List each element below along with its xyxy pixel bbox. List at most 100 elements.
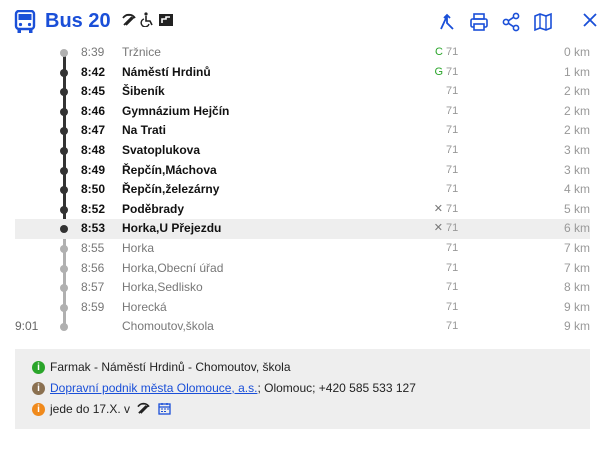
stop-dot xyxy=(60,303,68,312)
stop-name: Řepčín,železárny xyxy=(122,182,220,197)
stop-name: Gymnázium Hejčín xyxy=(122,103,230,118)
header: Bus 20 xyxy=(0,0,605,42)
stop-time: 8:55 xyxy=(81,240,105,255)
stop-name: Poděbrady xyxy=(122,201,185,216)
stop-dot xyxy=(60,323,68,332)
print-icon xyxy=(470,13,488,31)
route-description: Farmak - Náměstí Hrdinů - Chomoutov, ško… xyxy=(50,360,291,374)
stop-time: 8:39 xyxy=(81,45,105,59)
stop-mark: ✕ xyxy=(433,202,443,215)
stop-row[interactable]: 8:50 Řepčín,železárny 71 4 km xyxy=(15,180,590,200)
stop-time: 8:48 xyxy=(81,142,106,157)
stop-time: 8:59 xyxy=(81,299,105,314)
map-icon xyxy=(534,12,552,32)
stop-row[interactable]: 8:55 Horka 71 7 km xyxy=(15,239,590,259)
operator-link[interactable]: Dopravní podnik města Olomouce, a.s. xyxy=(50,381,257,395)
stop-name: Horka xyxy=(122,240,155,255)
stop-dot xyxy=(60,244,68,253)
stop-distance: 3 km xyxy=(563,142,590,157)
stop-line: 71 xyxy=(446,281,459,294)
stop-dot xyxy=(60,88,68,97)
stop-line: 71 xyxy=(446,124,459,137)
stop-distance: 9 km xyxy=(563,299,590,314)
stop-row[interactable]: 8:57 Horka,Sedlisko 71 8 km xyxy=(15,278,590,298)
info-icon: i xyxy=(32,403,45,416)
stop-time: 8:53 xyxy=(81,221,106,236)
stop-dot xyxy=(60,166,68,175)
stop-distance: 6 km xyxy=(563,221,590,236)
share-icon xyxy=(502,12,520,32)
stop-row[interactable]: 8:47 Na Trati 71 2 km xyxy=(15,121,590,141)
print-button[interactable] xyxy=(467,10,491,34)
route-attributes xyxy=(122,12,174,27)
stop-name: Horka,Obecní úřad xyxy=(122,260,224,275)
stop-distance: 4 km xyxy=(563,182,590,197)
stop-distance: 1 km xyxy=(563,64,590,79)
stop-mark: C xyxy=(435,46,443,58)
stop-row[interactable]: 8:53 Horka,U Přejezdu ✕ 71 6 km xyxy=(15,219,590,239)
stop-line: 71 xyxy=(446,46,459,58)
operator-details: ; Olomouc; +420 585 533 127 xyxy=(257,381,416,395)
stop-time: 8:50 xyxy=(81,182,106,197)
info-icon: i xyxy=(32,361,45,374)
directions-icon xyxy=(440,13,454,30)
hammer-pick-icon xyxy=(137,402,151,414)
stop-row[interactable]: 8:48 Svatoplukova 71 3 km xyxy=(15,141,590,161)
stop-time: 8:52 xyxy=(81,201,106,216)
stop-name: Chomoutov,škola xyxy=(122,319,214,334)
share-button[interactable] xyxy=(499,10,523,34)
validity-info-row: i jede do 17.X. v xyxy=(15,399,590,420)
stop-dot xyxy=(60,146,68,155)
stop-dot xyxy=(60,186,68,195)
stop-dot xyxy=(60,107,68,116)
page-title: Bus 20 xyxy=(45,10,111,32)
stop-mark: G xyxy=(434,65,443,78)
close-button[interactable] xyxy=(578,8,602,32)
stop-time: 8:56 xyxy=(81,260,105,275)
stop-row[interactable]: 8:42 Náměstí Hrdinů G 71 1 km xyxy=(15,63,590,83)
stop-line: 71 xyxy=(446,222,459,235)
stop-distance: 2 km xyxy=(563,123,590,138)
stop-row[interactable]: 8:45 Šibeník 71 2 km xyxy=(15,82,590,102)
stop-dot xyxy=(60,225,68,234)
stop-time: 8:47 xyxy=(81,123,106,138)
stop-name: Řepčín,Máchova xyxy=(122,162,217,177)
info-icon: i xyxy=(32,382,45,395)
bus-icon xyxy=(14,10,36,33)
stop-name: Horka,U Přejezdu xyxy=(122,221,222,236)
stop-line: 71 xyxy=(446,261,459,274)
stop-line: 71 xyxy=(446,104,459,117)
stop-distance: 7 km xyxy=(563,260,590,275)
stop-name: Horecká xyxy=(122,299,167,314)
stop-line: 71 xyxy=(446,241,459,254)
stop-name: Tržnice xyxy=(122,45,161,59)
stop-arrival-time: 9:01 xyxy=(15,319,39,334)
stop-distance: 2 km xyxy=(563,84,590,99)
low-floor-icon xyxy=(159,13,173,26)
directions-button[interactable] xyxy=(435,10,459,34)
stop-mark: ✕ xyxy=(433,222,443,235)
stop-line: 71 xyxy=(446,320,459,333)
map-button[interactable] xyxy=(531,10,555,34)
stop-name: Náměstí Hrdinů xyxy=(122,64,211,79)
stop-name: Šibeník xyxy=(122,84,165,99)
stop-line: 71 xyxy=(446,85,459,98)
stop-time: 8:57 xyxy=(81,280,105,295)
stop-distance: 5 km xyxy=(563,201,590,216)
operator-info-row: i Dopravní podnik města Olomouce, a.s.; … xyxy=(15,378,590,399)
stop-row[interactable]: 8:49 Řepčín,Máchova 71 3 km xyxy=(15,161,590,181)
stop-dot xyxy=(60,205,68,214)
stop-dot xyxy=(60,68,68,77)
stop-row[interactable]: 8:56 Horka,Obecní úřad 71 7 km xyxy=(15,259,590,279)
stop-row[interactable]: 8:46 Gymnázium Hejčín 71 2 km xyxy=(15,102,590,122)
stop-list: 8:39 Tržnice C 71 0 km 8:42 Náměstí Hrdinů G 71 1… xyxy=(15,43,590,337)
route-info-panel: i Farmak - Náměstí Hrdinů - Chomoutov, š… xyxy=(15,349,590,429)
stop-line: 71 xyxy=(446,65,459,78)
stop-row[interactable]: 8:52 Poděbrady ✕ 71 5 km xyxy=(15,200,590,220)
stop-row[interactable]: 8:59 Horecká 71 9 km xyxy=(15,298,590,318)
stop-row[interactable]: 9:01 Chomoutov,škola 71 9 km xyxy=(15,317,590,337)
stop-dot xyxy=(60,264,68,273)
calendar-icon[interactable] xyxy=(158,402,171,415)
stop-line: 71 xyxy=(446,202,459,215)
stop-row[interactable]: 8:39 Tržnice C 71 0 km xyxy=(15,43,590,63)
